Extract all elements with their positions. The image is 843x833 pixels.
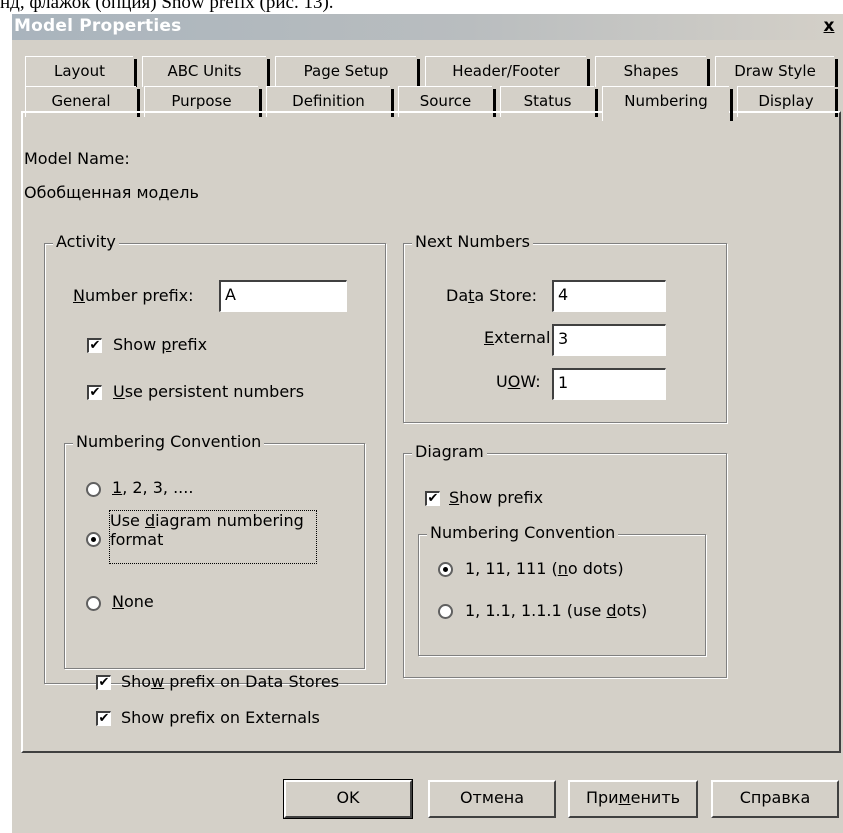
diagram-legend: Diagram: [412, 442, 487, 461]
model-properties-dialog: Model Properties x Layout ABC Units Page…: [12, 14, 843, 833]
tab-numbering[interactable]: Numbering: [602, 86, 733, 121]
title-bar: Model Properties x: [12, 14, 843, 40]
radio-none-label: None: [112, 592, 154, 611]
show-prefix-label: Show prefix: [113, 335, 208, 354]
activity-group: Activity Number prefix: A ✔ Show prefix …: [44, 232, 386, 684]
radio-use-dots[interactable]: [438, 604, 453, 619]
close-button[interactable]: x: [818, 15, 840, 37]
tab-shapes[interactable]: Shapes: [595, 56, 710, 87]
radio-123-mnemonic: 1: [112, 478, 123, 497]
activity-legend: Activity: [53, 232, 119, 251]
data-store-input[interactable]: 4: [552, 280, 666, 312]
radio-diagram-format-label-1: Use diagram numbering: [110, 511, 304, 530]
show-prefix-checkbox[interactable]: ✔: [87, 338, 102, 353]
show-prefix-data-stores-label: Show prefix on Data Stores: [121, 672, 340, 691]
radio-no-dots[interactable]: [438, 562, 453, 577]
data-store-label: Data Store:: [446, 286, 537, 305]
next-numbers-group: Next Numbers Data Store: 4 External: 3 U…: [403, 232, 727, 423]
diagram-group: Diagram ✔ Show prefix Numbering Conventi…: [403, 442, 727, 678]
diagram-format-focus: Use diagram numbering format: [109, 510, 317, 564]
radio-none[interactable]: [86, 596, 101, 611]
radio-123-label: 1, 2, 3, ....: [112, 478, 194, 497]
number-prefix-mnemonic: N: [73, 286, 85, 305]
show-prefix-data-stores-mnemonic: w: [151, 672, 165, 691]
data-store-mnemonic: t: [468, 286, 475, 305]
uow-input[interactable]: 1: [552, 368, 666, 400]
tab-abc-units[interactable]: ABC Units: [142, 56, 270, 87]
activity-convention-group: Numbering Convention 1, 2, 3, .... Use d…: [64, 432, 365, 669]
use-persistent-mnemonic: U: [113, 382, 125, 401]
cancel-button[interactable]: Отмена: [428, 780, 556, 818]
radio-use-dots-label: 1, 1.1, 1.1.1 (use dots): [465, 601, 648, 620]
radio-use-dots-mnemonic: d: [606, 601, 617, 620]
help-button[interactable]: Справка: [711, 780, 839, 818]
external-label: External:: [484, 328, 556, 347]
external-mnemonic: E: [484, 328, 495, 347]
tab-draw-style[interactable]: Draw Style: [715, 56, 838, 87]
uow-mnemonic: O: [507, 372, 521, 391]
numbering-panel: Model Name: Обобщенная модель Activity N…: [21, 111, 841, 753]
diagram-show-prefix-checkbox[interactable]: ✔: [425, 491, 440, 506]
use-persistent-checkbox[interactable]: ✔: [87, 385, 102, 400]
radio-diagram-format-mnemonic: d: [144, 511, 156, 530]
tab-header-footer[interactable]: Header/Footer: [425, 56, 590, 87]
show-prefix-externals-checkbox[interactable]: ✔: [96, 711, 111, 726]
activity-convention-legend: Numbering Convention: [73, 432, 265, 451]
show-prefix-data-stores-checkbox[interactable]: ✔: [96, 675, 111, 690]
next-numbers-legend: Next Numbers: [412, 232, 533, 251]
radio-none-mnemonic: N: [112, 592, 124, 611]
number-prefix-input[interactable]: A: [219, 280, 347, 312]
radio-diagram-format-label-2: format: [110, 530, 164, 549]
diagram-show-prefix-label: Show prefix: [449, 488, 544, 507]
tab-layout[interactable]: Layout: [25, 56, 137, 87]
model-name-value: Обобщенная модель: [24, 183, 199, 202]
apply-button[interactable]: Применить: [568, 780, 698, 818]
model-name-label: Model Name:: [24, 149, 130, 168]
radio-diagram-format[interactable]: [86, 532, 101, 547]
use-persistent-label: Use persistent numbers: [113, 382, 305, 401]
number-prefix-label: Number prefix:: [73, 286, 194, 305]
radio-no-dots-label: 1, 11, 111 (no dots): [465, 559, 624, 578]
diagram-convention-legend: Numbering Convention: [427, 523, 619, 542]
radio-123[interactable]: [86, 482, 101, 497]
window-title: Model Properties: [14, 16, 182, 36]
external-input[interactable]: 3: [552, 324, 666, 356]
tab-page-setup[interactable]: Page Setup: [275, 56, 420, 87]
uow-label: UOW:: [496, 372, 541, 391]
show-prefix-externals-label: Show prefix on Externals: [121, 708, 320, 727]
show-prefix-mnemonic: p: [161, 335, 172, 354]
diagram-show-prefix-mnemonic: S: [449, 488, 460, 507]
diagram-convention-group: Numbering Convention 1, 11, 111 (no dots…: [418, 523, 706, 656]
document-caption: нд, флажок (опция) Show prefix (рис. 13)…: [0, 0, 334, 13]
ok-button[interactable]: OK: [283, 779, 413, 819]
apply-mnemonic: м: [618, 788, 631, 807]
radio-no-dots-mnemonic: n: [557, 559, 568, 578]
